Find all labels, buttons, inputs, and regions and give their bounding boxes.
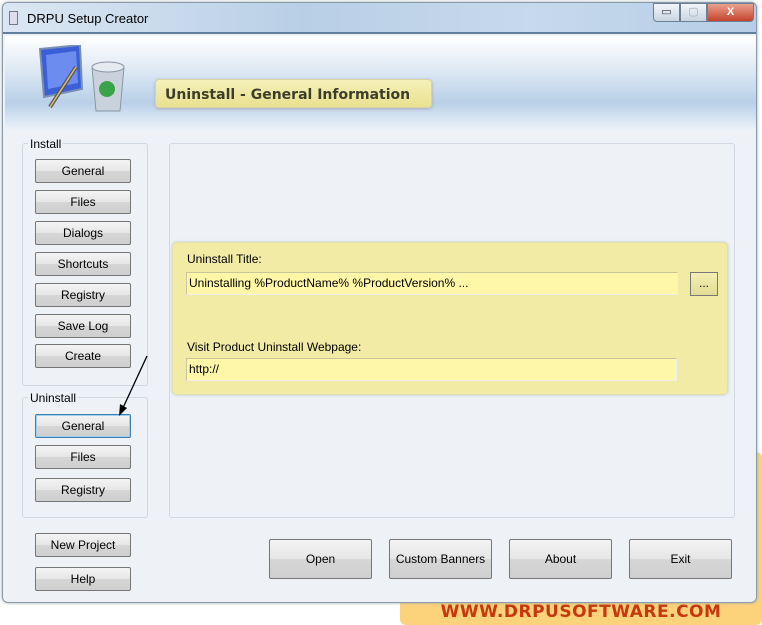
install-shortcuts-button[interactable]: Shortcuts — [35, 252, 131, 276]
close-button[interactable]: X — [707, 3, 754, 22]
computer-recycle-bin-icon — [38, 45, 125, 112]
page-header: Uninstall - General Information — [155, 79, 432, 108]
webpage-label: Visit Product Uninstall Webpage: — [187, 340, 362, 354]
exit-button[interactable]: Exit — [629, 539, 732, 579]
install-registry-button[interactable]: Registry — [35, 283, 131, 307]
install-general-button[interactable]: General — [35, 159, 131, 183]
install-files-button[interactable]: Files — [35, 190, 131, 214]
install-dialogs-button[interactable]: Dialogs — [35, 221, 131, 245]
uninstall-group-label: Uninstall — [28, 391, 79, 405]
minimize-button[interactable]: ▭ — [653, 3, 680, 22]
browse-button[interactable]: ... — [690, 272, 718, 296]
webpage-input[interactable]: http:// — [186, 358, 677, 381]
uninstall-title-input[interactable]: Uninstalling %ProductName% %ProductVersi… — [186, 272, 678, 295]
pointer-arrow — [119, 355, 148, 416]
window-title: DRPU Setup Creator — [27, 11, 149, 26]
help-button[interactable]: Help — [35, 567, 131, 591]
install-group-label: Install — [28, 137, 64, 151]
maximize-button[interactable]: ▢ — [680, 3, 707, 22]
uninstall-registry-button[interactable]: Registry — [35, 478, 131, 502]
title-bar: DRPU Setup Creator ▭ ▢ X — [3, 3, 756, 34]
save-log-button[interactable]: Save Log — [35, 314, 131, 338]
open-button[interactable]: Open — [269, 539, 372, 579]
app-icon — [9, 11, 18, 25]
uninstall-files-button[interactable]: Files — [35, 445, 131, 469]
custom-banners-button[interactable]: Custom Banners — [389, 539, 492, 579]
about-button[interactable]: About — [509, 539, 612, 579]
new-project-button[interactable]: New Project — [35, 533, 131, 557]
watermark-text: WWW.DRPUSOFTWARE.COM — [440, 602, 722, 622]
uninstall-title-label: Uninstall Title: — [187, 252, 262, 266]
